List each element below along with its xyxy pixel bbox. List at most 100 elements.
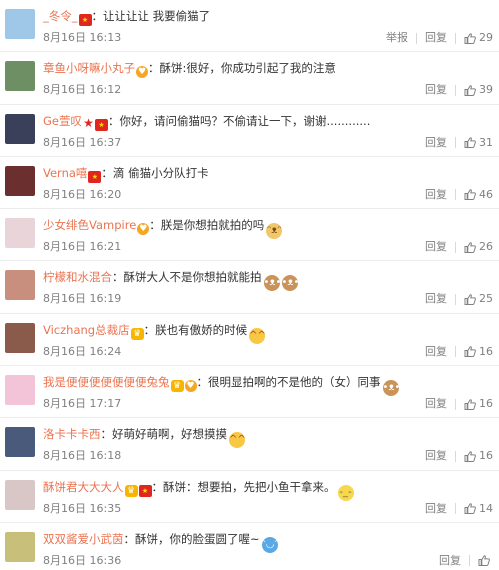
- comment-text: ：酥饼，你的脸蛋圆了喔~: [123, 531, 260, 546]
- comment-text: ：酥饼：想要拍，先把小鱼干拿来。: [151, 479, 336, 494]
- comment-actions: 回复 25: [417, 292, 493, 306]
- reply-link[interactable]: 回复: [417, 31, 455, 45]
- timestamp: 8月16日 16:21: [43, 240, 122, 254]
- comment-content: 章鱼小呀嘛小丸子 ♥ ：酥饼:很好，你成功引起了我的注意: [43, 60, 493, 79]
- like-count: 16: [479, 344, 493, 358]
- comment-item: Verna嘻 ：滴 偷猫小分队打卡 8月16日 16:20 回复 46: [0, 157, 499, 210]
- username-link[interactable]: 柠檬和水混合: [43, 270, 112, 284]
- comment-actions: 回复 16: [417, 449, 493, 463]
- dog-emoji-icon: •ᴥ•: [263, 275, 281, 292]
- like-count: 46: [479, 187, 493, 201]
- comment-item: 洛卡卡卡西：好萌好萌啊，好想摸摸 ^^ 8月16日 16:18 回复 16: [0, 418, 499, 471]
- username-link[interactable]: 章鱼小呀嘛小丸子: [43, 61, 135, 75]
- comment-meta: 8月16日 16:37 回复 31: [43, 136, 493, 150]
- report-link[interactable]: 举报: [378, 31, 416, 45]
- reply-link[interactable]: 回复: [417, 449, 455, 463]
- reply-link[interactable]: 回复: [417, 188, 455, 202]
- comment-meta: 8月16日 16:35 回复 14: [43, 502, 493, 516]
- thumbs-up-icon: [464, 189, 476, 201]
- crown-badge-icon: ♛: [130, 327, 144, 340]
- crown-badge-icon: ♛: [124, 484, 138, 497]
- blue-emoji-icon: ᵔ◡ᵔ: [261, 536, 279, 553]
- username-link[interactable]: 我是便便便便便便便兔兔: [43, 375, 170, 389]
- like-button[interactable]: 25: [456, 292, 493, 306]
- username-link[interactable]: 少女绯色Vampire: [43, 218, 136, 232]
- star-badge-icon: ★: [83, 115, 94, 130]
- reply-link[interactable]: 回复: [417, 292, 455, 306]
- smile-emoji-icon: ^^: [249, 327, 266, 344]
- like-button[interactable]: 39: [456, 83, 493, 97]
- timestamp: 8月16日 16:18: [43, 449, 122, 463]
- username-link[interactable]: Verna嘻: [43, 166, 87, 180]
- like-count: 26: [479, 240, 493, 254]
- cat-emoji-icon: ᵔᴥᵔ: [266, 223, 283, 240]
- vip-badge-icon: ♥: [184, 380, 197, 393]
- reply-link[interactable]: 回复: [417, 397, 455, 411]
- thumbs-up-icon: [464, 241, 476, 253]
- avatar[interactable]: [5, 113, 35, 144]
- comment-text: ：酥饼:很好，你成功引起了我的注意: [148, 61, 336, 76]
- avatar[interactable]: [5, 61, 35, 92]
- reply-link[interactable]: 回复: [417, 83, 455, 97]
- dog-emoji-icon: •ᴥ•: [281, 275, 299, 292]
- reply-link[interactable]: 回复: [431, 554, 469, 568]
- reply-link[interactable]: 回复: [417, 345, 455, 359]
- comment-actions: 回复 39: [417, 83, 493, 97]
- username-link[interactable]: 双双酱爱小武茵: [43, 532, 124, 546]
- comment-list: _冬令_ ：让让让让 我要偷猫了 8月16日 16:13 举报回复 29 章鱼小呀嘛小丸子…: [0, 0, 499, 570]
- comment-actions: 回复 16: [417, 345, 493, 359]
- avatar[interactable]: [5, 531, 35, 562]
- comment-text: ：你好，请问偷猫吗？不偷请让一下，谢谢............: [108, 113, 371, 128]
- like-button[interactable]: [470, 555, 493, 567]
- avatar[interactable]: [5, 427, 35, 458]
- dog-emoji-icon: •ᴥ•: [382, 380, 400, 397]
- like-button[interactable]: 29: [456, 31, 493, 45]
- like-button[interactable]: 31: [456, 136, 493, 150]
- like-button[interactable]: 16: [456, 345, 493, 359]
- avatar[interactable]: [5, 9, 35, 39]
- like-count: 25: [479, 292, 493, 306]
- username-link[interactable]: 酥饼君大大大人: [43, 480, 124, 494]
- avatar[interactable]: [5, 479, 35, 510]
- like-button[interactable]: 16: [456, 397, 493, 411]
- comment-meta: 8月16日 16:21 回复 26: [43, 240, 493, 254]
- smile-emoji-icon: ^^: [229, 432, 246, 449]
- like-button[interactable]: 14: [456, 502, 493, 516]
- comment-item: 双双酱爱小武茵：酥饼，你的脸蛋圆了喔~ ᵔ◡ᵔ 8月16日 16:36 回复: [0, 523, 499, 570]
- like-count: 39: [479, 83, 493, 97]
- thumbs-up-icon: [464, 451, 476, 462]
- avatar[interactable]: [5, 270, 35, 301]
- avatar[interactable]: [5, 375, 35, 406]
- like-count: 16: [479, 397, 493, 411]
- comment-text: ：让让让让 我要偷猫了: [91, 9, 211, 23]
- comment-content: Verna嘻 ：滴 偷猫小分队打卡: [43, 165, 493, 183]
- comment-actions: 回复: [431, 554, 493, 568]
- reply-link[interactable]: 回复: [417, 240, 455, 254]
- comment-content: Viczhang总裁店 ♛ ：朕也有傲娇的时候 ^^: [43, 322, 493, 344]
- comment-text: ：很明显拍啊的不是他的（女）同事: [196, 375, 381, 390]
- vip-badge-icon: ♥: [137, 223, 150, 236]
- avatar[interactable]: [5, 165, 35, 196]
- timestamp: 8月16日 16:35: [43, 501, 122, 515]
- avatar[interactable]: [5, 322, 35, 353]
- username-link[interactable]: 洛卡卡卡西: [43, 427, 101, 441]
- username-link[interactable]: Ge萱叹: [43, 114, 82, 128]
- comment-meta: 8月16日 16:20 回复 46: [43, 188, 493, 202]
- comment-actions: 回复 14: [417, 502, 493, 516]
- comment-meta: 8月16日 16:13 举报 回复 29: [43, 31, 493, 45]
- username-link[interactable]: Viczhang总裁店: [43, 323, 130, 337]
- thumbs-up-icon: [464, 398, 476, 410]
- comment-meta: 8月16日 16:19 回复 25: [43, 292, 493, 306]
- timestamp: 8月16日 16:36: [43, 553, 122, 567]
- avatar[interactable]: [5, 218, 35, 249]
- vip-badge-icon: ♥: [136, 66, 148, 79]
- comment-actions: 举报 回复 29: [378, 31, 493, 45]
- like-button[interactable]: 46: [456, 188, 493, 202]
- like-button[interactable]: 26: [456, 240, 493, 254]
- comment-actions: 回复 16: [417, 397, 493, 411]
- reply-link[interactable]: 回复: [417, 502, 455, 516]
- username-link[interactable]: _冬令_: [43, 9, 78, 23]
- comment-text: ：酥饼大人不是你想拍就能拍: [112, 270, 262, 285]
- like-button[interactable]: 16: [456, 449, 493, 463]
- reply-link[interactable]: 回复: [417, 136, 455, 150]
